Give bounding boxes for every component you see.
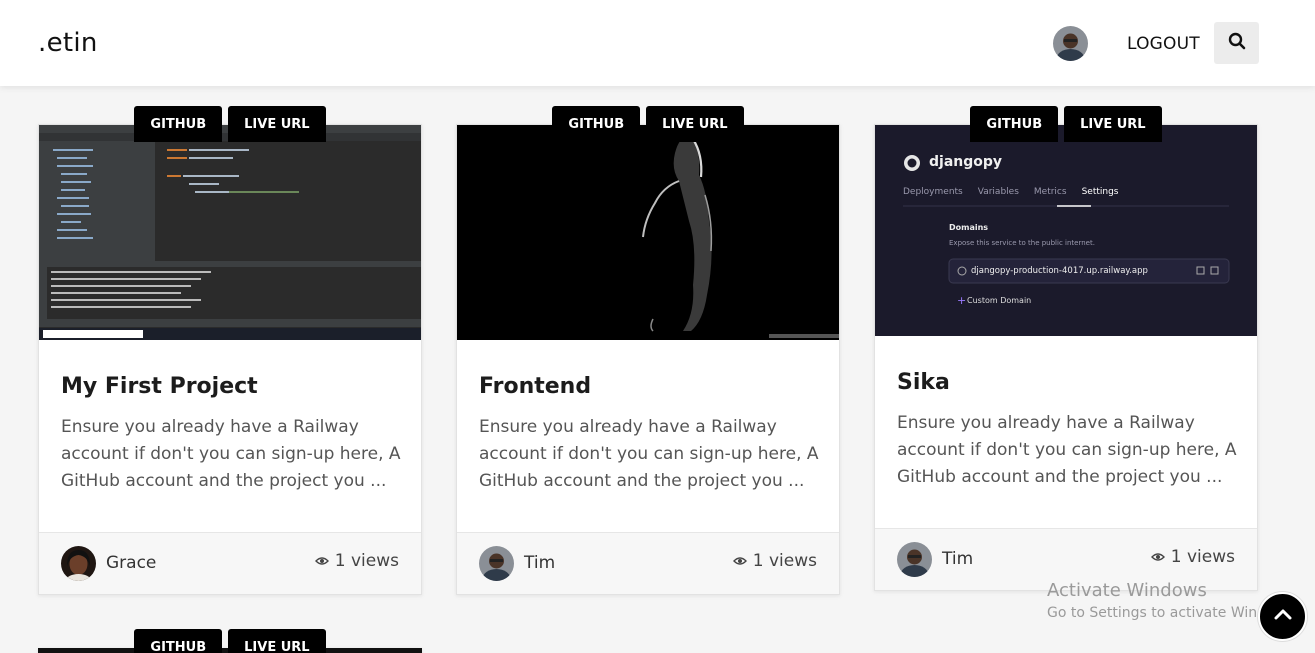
card-footer: Grace 1 views (39, 532, 421, 594)
project-card: GITHUB LIVE URL (38, 629, 422, 653)
card-description: Ensure you already have a Railway accoun… (897, 413, 1237, 487)
eye-icon (314, 551, 329, 571)
watermark-title: Activate Windows (1047, 580, 1207, 601)
author-avatar[interactable] (61, 546, 96, 581)
card-body: My First Project Ensure you already have… (39, 340, 421, 532)
railway-tab: Variables (977, 187, 1019, 197)
railway-domain: djangopy-production-4017.up.railway.app (971, 266, 1148, 276)
eye-icon (732, 551, 747, 571)
card-description: Ensure you already have a Railway accoun… (479, 417, 819, 491)
brand-logo[interactable]: .etin (38, 28, 98, 58)
project-thumbnail[interactable] (457, 125, 839, 340)
railway-tab: Settings (1081, 187, 1119, 197)
live-url-link[interactable]: LIVE URL (646, 106, 744, 142)
card-body: Frontend Ensure you already have a Railw… (457, 340, 839, 532)
github-link[interactable]: GITHUB (134, 106, 223, 142)
card-links: GITHUB LIVE URL (457, 106, 839, 142)
railway-custom-domain: Custom Domain (967, 296, 1032, 305)
card-body: Sika Ensure you already have a Railway a… (875, 336, 1257, 528)
author-name[interactable]: Grace (106, 553, 156, 573)
scroll-to-top-button[interactable] (1258, 592, 1307, 641)
live-url-link[interactable]: LIVE URL (1064, 106, 1162, 142)
card-links: GITHUB LIVE URL (38, 629, 422, 653)
railway-section-desc: Expose this service to the public intern… (949, 239, 1095, 247)
project-card: GITHUB LIVE URL Frontend Ensure you alre… (456, 106, 840, 595)
live-url-link[interactable]: LIVE URL (228, 106, 326, 142)
card-links: GITHUB LIVE URL (39, 106, 421, 142)
card-description: Ensure you already have a Railway accoun… (61, 417, 401, 491)
card-links: GITHUB LIVE URL (875, 106, 1257, 142)
views-label: 1 views (334, 551, 399, 571)
github-link[interactable]: GITHUB (134, 629, 223, 653)
search-icon (1228, 32, 1246, 55)
live-url-link[interactable]: LIVE URL (228, 629, 326, 653)
project-card: GITHUB LIVE URL + djangopy Deployments V… (874, 106, 1258, 591)
view-count: 1 views (314, 551, 399, 571)
project-thumbnail[interactable]: + djangopy Deployments Variables Metrics… (875, 125, 1257, 336)
search-button[interactable] (1214, 22, 1259, 64)
railway-app-name: djangopy (929, 154, 1003, 170)
views-label: 1 views (752, 551, 817, 571)
project-card: GITHUB LIVE URL (38, 106, 422, 595)
github-link[interactable]: GITHUB (552, 106, 641, 142)
svg-text:+: + (957, 294, 966, 307)
author-avatar[interactable] (897, 542, 932, 577)
author-avatar[interactable] (479, 546, 514, 581)
project-thumbnail[interactable] (39, 125, 421, 340)
card-title[interactable]: Frontend (479, 374, 591, 399)
card-title[interactable]: Sika (897, 370, 950, 395)
author-name[interactable]: Tim (942, 549, 973, 569)
railway-tabs: Deployments Variables Metrics Settings (903, 187, 1118, 197)
author-name[interactable]: Tim (524, 553, 555, 573)
view-count: 1 views (732, 551, 817, 571)
railway-tab: Deployments (903, 187, 963, 197)
views-label: 1 views (1170, 547, 1235, 567)
logout-link[interactable]: LOGOUT (1127, 34, 1200, 54)
railway-tab: Metrics (1033, 187, 1067, 197)
view-count: 1 views (1150, 547, 1235, 567)
user-avatar[interactable] (1053, 26, 1088, 61)
github-link[interactable]: GITHUB (970, 106, 1059, 142)
card-title[interactable]: My First Project (61, 374, 258, 399)
chevron-up-icon (1273, 607, 1293, 626)
railway-section-title: Domains (949, 223, 989, 232)
top-nav: .etin LOGOUT (0, 0, 1315, 86)
card-footer: Tim 1 views (457, 532, 839, 594)
eye-icon (1150, 547, 1165, 567)
